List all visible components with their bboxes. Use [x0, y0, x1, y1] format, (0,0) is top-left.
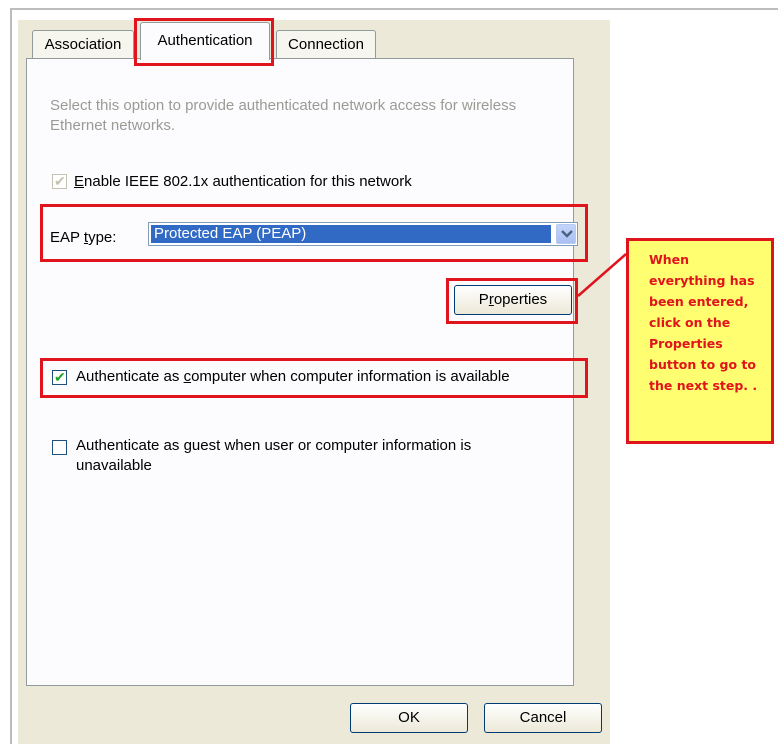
- auth-computer-checkbox[interactable]: ✔: [52, 369, 67, 385]
- cancel-button[interactable]: Cancel: [484, 703, 602, 733]
- checkmark-icon: ✔: [54, 369, 66, 385]
- auth-guest-checkbox[interactable]: [52, 440, 67, 455]
- authentication-tab-highlight: [134, 18, 274, 66]
- auth-computer-label: Authenticate as computer when computer i…: [76, 368, 510, 385]
- instruction-callout: When everything has been entered, click …: [626, 238, 774, 444]
- ok-button[interactable]: OK: [350, 703, 468, 733]
- auth-guest-label: Authenticate as guest when user or compu…: [76, 437, 472, 474]
